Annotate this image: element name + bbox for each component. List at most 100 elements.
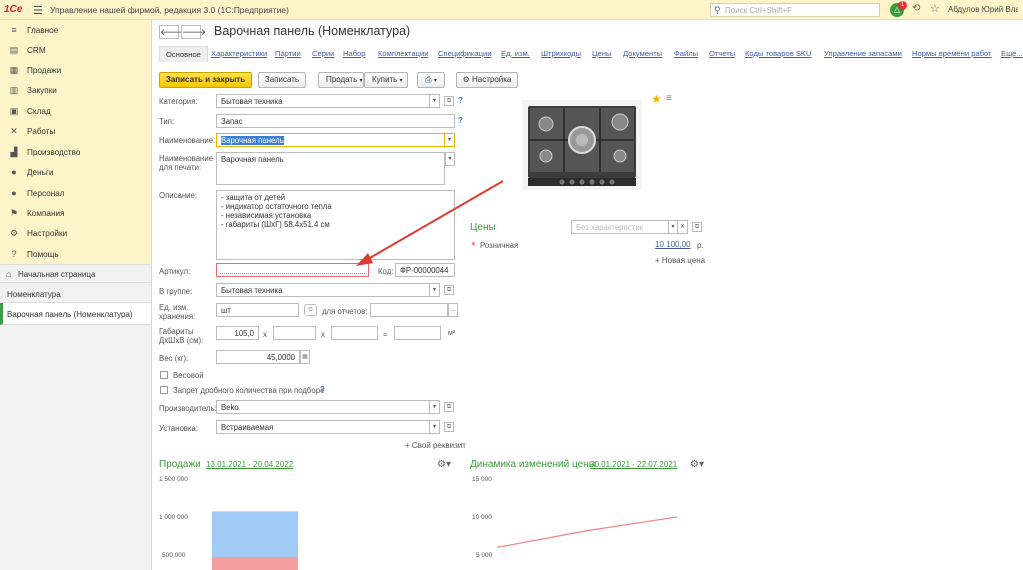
sidebar-item-purchases[interactable]: ▥ Закупки	[0, 81, 151, 101]
install-dropdown-button[interactable]: ▾	[430, 420, 440, 434]
name-dropdown-button[interactable]: ▾	[445, 133, 455, 147]
open-window-nomenclature[interactable]: Номенклатура	[0, 285, 151, 303]
star-icon[interactable]: ★	[651, 92, 662, 106]
add-own-property-link[interactable]: + Свой реквизит	[405, 441, 466, 450]
back-button[interactable]: 🡐	[159, 25, 184, 39]
settings-button[interactable]: ⚙ Настройка	[456, 72, 518, 88]
reports-unit-field[interactable]	[370, 303, 448, 317]
install-field[interactable]: Встраиваемая	[216, 420, 430, 434]
category-help-icon[interactable]: ?	[458, 96, 463, 105]
history-icon[interactable]: ⟲	[912, 3, 920, 14]
home-page-link[interactable]: ⌂ Начальная страница	[0, 265, 151, 283]
sales-bar-segment[interactable]	[212, 511, 298, 557]
dynamics-period-link[interactable]: 30.01.2021 - 22.07.2021	[590, 460, 677, 469]
print-button[interactable]: ⎙ ▾	[417, 72, 445, 88]
sidebar-item-sales[interactable]: ▦ Продажи	[0, 61, 151, 81]
manufacturer-dropdown-button[interactable]: ▾	[430, 400, 440, 414]
install-open-button[interactable]: ⧉	[444, 422, 454, 432]
tab-documents[interactable]: Документы	[623, 49, 662, 58]
code-field[interactable]: ФР-00000044	[395, 263, 455, 277]
characteristic-select[interactable]: Без характеристик	[571, 220, 669, 234]
category-field[interactable]: Бытовая техника	[216, 94, 430, 108]
tab-set[interactable]: Набор	[343, 49, 366, 58]
sidebar-item-production[interactable]: ▟ Производство	[0, 143, 151, 163]
tab-characteristics[interactable]: Характеристики	[211, 49, 267, 58]
tab-sku-codes[interactable]: Коды товаров SKU	[745, 49, 811, 58]
name-input[interactable]: Варочная панель	[216, 133, 445, 147]
type-help-icon[interactable]: ?	[458, 116, 463, 125]
retail-dot-icon: ●	[471, 239, 476, 248]
calculator-icon[interactable]: ▦	[300, 350, 310, 364]
weighted-checkbox[interactable]	[160, 371, 168, 379]
category-dropdown-button[interactable]: ▾	[430, 94, 440, 108]
tab-barcodes[interactable]: Штрихкоды	[541, 49, 581, 58]
description-textarea[interactable]: - защита от детей - индикатор остаточног…	[216, 190, 455, 260]
volume-field[interactable]	[394, 326, 441, 340]
sales-settings-gear-icon[interactable]: ⚙▾	[437, 459, 451, 470]
save-button[interactable]: Записать	[258, 72, 306, 88]
unit-field[interactable]: шт	[216, 303, 299, 317]
article-input[interactable]	[216, 263, 369, 277]
sidebar-item-money[interactable]: ● Деньги	[0, 163, 151, 183]
sidebar-item-works[interactable]: ✕ Работы	[0, 122, 151, 142]
sidebar-item-main[interactable]: ≡ Главное	[0, 21, 151, 41]
new-price-link[interactable]: + Новая цена	[655, 256, 705, 265]
characteristic-clear-button[interactable]: ✕	[678, 220, 688, 234]
product-image[interactable]	[522, 100, 642, 190]
group-open-button[interactable]: ⧉	[444, 285, 454, 295]
tab-prices[interactable]: Цены	[592, 49, 612, 58]
tab-units[interactable]: Ед. изм.	[501, 49, 530, 58]
tab-kits[interactable]: Комплектации	[378, 49, 429, 58]
hamburger-menu-icon[interactable]: ☰	[33, 4, 43, 17]
manufacturer-open-button[interactable]: ⧉	[444, 402, 454, 412]
sidebar-item-warehouse[interactable]: ▣ Склад	[0, 102, 151, 122]
fraction-help-icon[interactable]: ?	[320, 385, 325, 394]
width-input[interactable]	[273, 326, 316, 340]
price-line[interactable]	[496, 516, 678, 549]
tab-reports[interactable]: Отчеты	[709, 49, 735, 58]
manufacturer-field[interactable]: Beko	[216, 400, 430, 414]
fraction-ban-checkbox[interactable]	[160, 386, 168, 394]
user-name[interactable]: Абдулов Юрий Владимирович	[948, 5, 1018, 14]
tab-specs[interactable]: Спецификации	[438, 49, 491, 58]
sidebar-item-staff[interactable]: ● Персонал	[0, 184, 151, 204]
length-input[interactable]: 105,0	[216, 326, 259, 340]
favorites-star-icon[interactable]: ☆	[930, 2, 940, 15]
tab-series[interactable]: Серии	[312, 49, 334, 58]
tab-files[interactable]: Файлы	[674, 49, 698, 58]
buy-button[interactable]: Купить ▾	[364, 72, 408, 88]
group-field[interactable]: Бытовая техника	[216, 283, 430, 297]
sales-period-link[interactable]: 13.01.2021 - 20.04.2022	[206, 460, 293, 469]
tab-main[interactable]: Основное	[159, 46, 208, 62]
category-open-button[interactable]: ⧉	[444, 96, 454, 106]
tab-stock-management[interactable]: Управление запасами	[824, 49, 902, 58]
height-input[interactable]	[331, 326, 378, 340]
print-name-dropdown-button[interactable]: ▾	[445, 152, 455, 166]
tab-batches[interactable]: Партии	[275, 49, 301, 58]
description-line: - индикатор остаточного тепла	[221, 202, 332, 211]
open-window-current[interactable]: Варочная панель (Номенклатура)	[0, 303, 151, 325]
sidebar-item-crm[interactable]: ▤ CRM	[0, 41, 151, 61]
global-search-input[interactable]: ⚲ Поиск Ctrl+Shift+F	[710, 3, 880, 17]
tab-time-norms[interactable]: Нормы времени работ	[912, 49, 992, 58]
tab-more[interactable]: Еще...	[1001, 49, 1023, 58]
reports-unit-select-button[interactable]: …	[448, 303, 458, 317]
image-menu-icon[interactable]: ≡	[666, 93, 672, 104]
dynamics-settings-gear-icon[interactable]: ⚙▾	[690, 459, 704, 470]
type-field[interactable]: Запас	[216, 114, 455, 128]
sidebar-item-settings[interactable]: ⚙ Настройки	[0, 224, 151, 244]
characteristic-open-button[interactable]: ⧉	[692, 222, 702, 232]
unit-history-button[interactable]: ⏲	[304, 304, 317, 316]
retail-price-value[interactable]: 10 100,00	[655, 240, 691, 249]
forward-button[interactable]: 🡒	[181, 25, 206, 39]
sidebar-item-label: Настройки	[27, 229, 68, 238]
characteristic-dropdown-button[interactable]: ▾	[668, 220, 678, 234]
sell-button[interactable]: Продать ▾	[318, 72, 364, 88]
sidebar-item-company[interactable]: ⚑ Компания	[0, 204, 151, 224]
sidebar-item-help[interactable]: ? Помощь	[0, 245, 151, 265]
sales-bar-segment[interactable]	[212, 557, 298, 570]
weight-input[interactable]: 45,0000	[216, 350, 300, 364]
save-and-close-button[interactable]: Записать и закрыть	[159, 72, 252, 88]
print-name-input[interactable]: Варочная панель	[216, 152, 445, 185]
group-dropdown-button[interactable]: ▾	[430, 283, 440, 297]
